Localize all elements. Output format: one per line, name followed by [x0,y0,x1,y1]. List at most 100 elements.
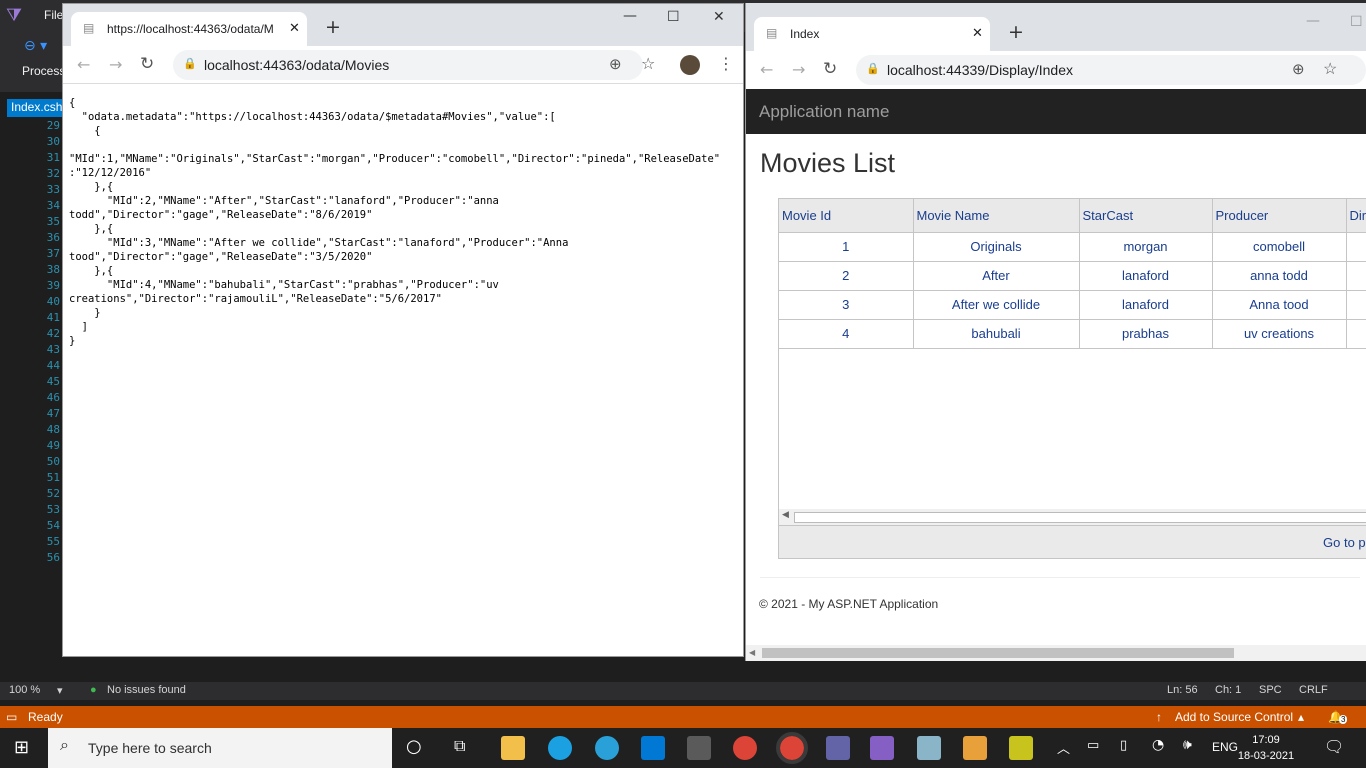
column-header[interactable]: Producer [1212,199,1347,233]
task-view-icon[interactable]: ⧉ [454,736,465,756]
excel-icon[interactable] [1009,736,1033,760]
cortana-icon[interactable]: ○ [406,736,422,757]
go-to-page-link[interactable]: Go to p [1323,535,1366,550]
maximize-icon[interactable]: ☐ [667,9,680,25]
reload-icon[interactable]: ↻ [823,59,837,79]
document-tab[interactable]: Index.cshtml [7,99,62,117]
new-tab-icon[interactable]: + [325,16,341,38]
new-tab-icon[interactable]: + [1008,21,1024,43]
minimize-icon[interactable]: — [623,8,637,24]
lock-icon[interactable]: 🔒 [866,62,880,75]
url-bar[interactable]: 🔒 localhost:44363/odata/Movies ⊕ [173,50,643,80]
browser-tab[interactable]: ▤ https://localhost:44363/odata/M ✕ [71,12,307,46]
internet-explorer-icon[interactable] [548,736,572,760]
edge-icon[interactable] [595,736,619,760]
forward-arrow-icon[interactable]: → [792,60,805,79]
zoom-level[interactable]: 100 % [9,684,40,696]
url-text[interactable]: localhost:44339/Display/Index [887,62,1073,78]
column-header[interactable]: Movie Id [779,199,914,233]
notepad-icon[interactable] [917,736,941,760]
maximize-icon[interactable]: ☐ [1350,14,1363,30]
add-to-source-control[interactable]: Add to Source Control [1175,710,1293,724]
app-name-link[interactable]: Application name [759,102,889,122]
close-icon[interactable]: ✕ [713,9,725,25]
chevron-up-icon[interactable]: ▴ [1298,710,1304,724]
minimize-icon[interactable]: — [1306,13,1320,29]
device-icon[interactable]: ▯ [1120,738,1127,753]
bookmark-star-icon[interactable]: ☆ [1323,59,1337,79]
taskbar-search[interactable]: ⌕ Type here to search [48,728,392,768]
line-number: 52 [46,487,60,500]
back-arrow-icon[interactable]: ← [760,60,773,79]
json-line: } [69,335,76,347]
line-number: 54 [46,519,60,532]
url-text[interactable]: localhost:44363/odata/Movies [204,57,389,73]
page-title: Movies List [760,148,896,178]
menu-dots-icon[interactable]: ⋮ [718,54,734,73]
forward-arrow-icon[interactable]: → [109,55,122,74]
scroll-left-icon[interactable]: ◀ [782,510,789,520]
bookmark-star-icon[interactable]: ☆ [641,54,655,73]
clock[interactable]: 17:09 18-03-2021 [1236,732,1296,764]
table-cell: bahubali [913,319,1080,349]
profile-avatar[interactable] [680,55,700,75]
close-tab-icon[interactable]: ✕ [289,20,300,36]
table-cell: After [913,261,1080,291]
table-row[interactable]: 3 After we collide lanaford Anna tood [779,290,1366,320]
reload-icon[interactable]: ↻ [140,54,154,74]
action-center-icon[interactable]: 🗨 [1324,737,1344,756]
line-number: 55 [46,535,60,548]
footer-text: © 2021 - My ASP.NET Application [759,597,939,611]
json-line: :"12/12/2016" [69,167,152,179]
mail-icon[interactable] [641,736,665,760]
git-icon[interactable] [963,736,987,760]
line-number: 29 [46,119,60,132]
visual-studio-icon[interactable] [870,736,894,760]
line-number: 53 [46,503,60,516]
chrome-profile-icon[interactable] [776,732,808,764]
back-arrow-icon[interactable]: ← [77,55,90,74]
back-icon[interactable]: ⊖ ▾ [24,38,47,54]
table-row[interactable]: 4 bahubali prabhas uv creations [779,319,1366,349]
column-header[interactable]: StarCast [1079,199,1213,233]
zoom-icon[interactable]: ⊕ [609,55,622,73]
wifi-icon[interactable]: ◔ [1152,737,1164,753]
scroll-thumb[interactable] [794,512,1366,523]
scroll-thumb[interactable] [762,648,1234,658]
url-bar[interactable]: 🔒 localhost:44339/Display/Index ⊕ ☆ [856,55,1366,85]
horizontal-scrollbar[interactable]: ◀ [779,509,1366,525]
search-placeholder[interactable]: Type here to search [88,740,212,756]
windows-start-icon[interactable]: ⊞ [14,737,29,758]
json-line: } [69,307,101,319]
page-horizontal-scrollbar[interactable]: ◀ [746,645,1366,661]
spacing-mode[interactable]: SPC [1259,684,1282,696]
column-header[interactable]: Dire [1346,199,1366,233]
page-icon: ▤ [83,21,95,35]
clock-date: 18-03-2021 [1237,750,1295,762]
odata-browser-window: ▤ https://localhost:44363/odata/M ✕ + — … [62,3,744,657]
line-ending[interactable]: CRLF [1299,684,1328,696]
column-header[interactable]: Movie Name [913,199,1080,233]
table-row[interactable]: 1 Originals morgan comobell [779,232,1366,262]
zoom-icon[interactable]: ⊕ [1292,60,1305,78]
language-indicator[interactable]: ENG [1212,740,1238,754]
chrome-icon[interactable] [733,736,757,760]
line-number: 39 [46,279,60,292]
json-line: todd","Director":"gage","ReleaseDate":"8… [69,209,373,221]
zoom-dropdown-icon[interactable]: ▾ [57,684,63,697]
issues-status[interactable]: No issues found [107,684,186,696]
browser-tab[interactable]: ▤ Index ✕ [754,17,990,51]
lock-icon[interactable]: 🔒 [183,57,197,70]
table-cell: Originals [913,232,1080,262]
teams-icon[interactable] [826,736,850,760]
scroll-left-icon[interactable]: ◀ [749,648,755,657]
show-hidden-icons[interactable]: ︿ [1057,738,1070,757]
volume-icon[interactable]: 🕪 [1183,737,1192,753]
file-explorer-icon[interactable] [501,736,525,760]
battery-icon[interactable]: ▭ [1087,738,1099,753]
line-number: 43 [46,343,60,356]
table-row[interactable]: 2 After lanaford anna todd [779,261,1366,291]
menu-file[interactable]: File [44,8,63,22]
store-icon[interactable] [687,736,711,760]
close-tab-icon[interactable]: ✕ [972,25,983,41]
